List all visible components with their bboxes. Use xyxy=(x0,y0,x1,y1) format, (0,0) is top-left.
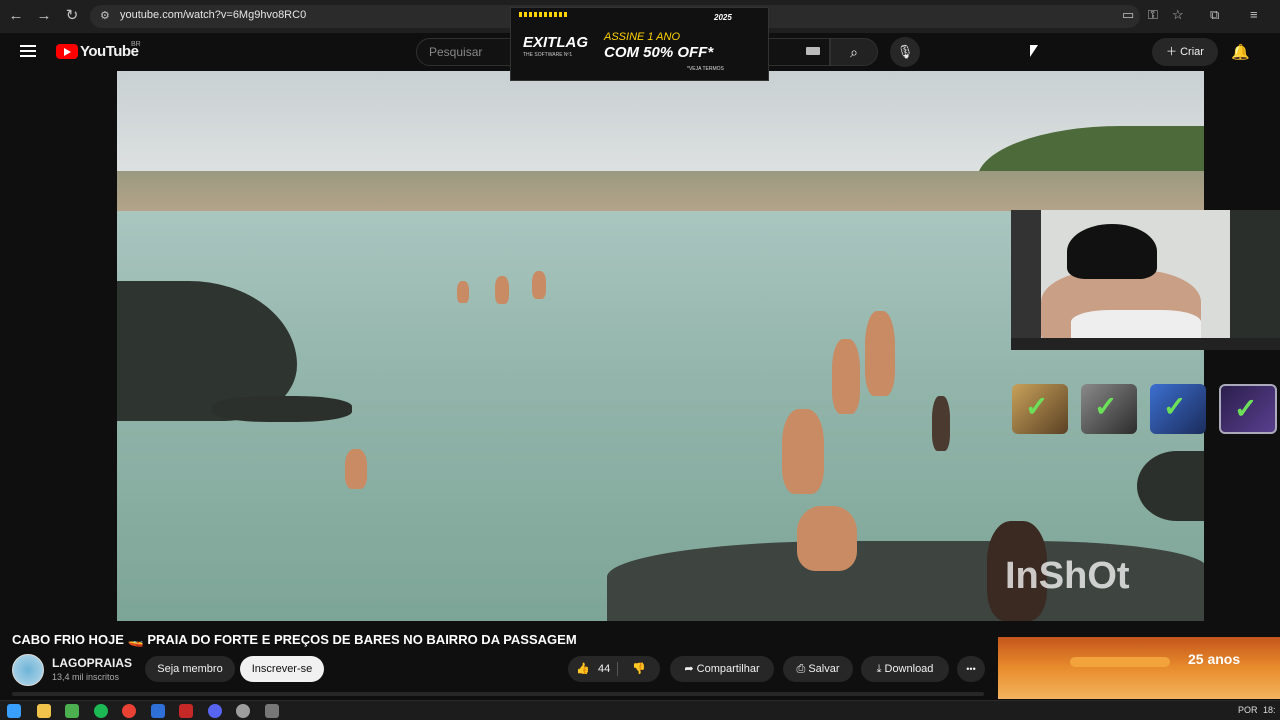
ad-brand-subtitle: THE SOFTWARE Nº1 xyxy=(523,52,573,58)
like-dislike-group: 👍 44 👎 xyxy=(568,656,660,682)
discord-icon[interactable] xyxy=(208,704,222,718)
search-placeholder: Pesquisar xyxy=(429,45,483,59)
ad-brand-logo: EXITLAG xyxy=(523,34,589,51)
webcam-plant xyxy=(1230,210,1280,350)
bookmark-star-icon[interactable]: ☆ xyxy=(1172,7,1184,23)
like-count[interactable]: 44 xyxy=(598,656,610,682)
menu-icon[interactable] xyxy=(20,45,36,57)
share-icon: ➦ xyxy=(684,663,697,675)
checkmark-icon: ✓ xyxy=(1094,391,1118,422)
ad-headline-2: COM 50% OFF* xyxy=(604,44,714,61)
ad-year-badge: 2025 xyxy=(714,13,732,22)
skin-card: ✓ xyxy=(1012,384,1068,434)
beachgoer xyxy=(457,281,469,303)
browser-menu-icon[interactable]: ≡ xyxy=(1250,7,1258,22)
app-icon[interactable] xyxy=(151,704,165,718)
create-button[interactable]: ＋ Criar xyxy=(1152,38,1218,66)
streamer-cap xyxy=(1067,224,1157,279)
beachgoer xyxy=(495,276,509,304)
checkmark-icon: ✓ xyxy=(1234,393,1258,424)
save-button[interactable]: ⎙ Salvar xyxy=(783,656,853,682)
voice-search-button[interactable]: 🎙 xyxy=(890,37,920,67)
password-key-icon[interactable]: ⚿ xyxy=(1148,7,1158,23)
webcam-background xyxy=(1011,210,1041,350)
channel-name[interactable]: LAGOPRAIAS xyxy=(52,656,132,670)
beachgoer xyxy=(932,396,950,451)
ad-stripe-decoration xyxy=(519,12,569,17)
mouse-cursor-icon xyxy=(1030,45,1038,57)
chrome-icon[interactable] xyxy=(122,704,136,718)
save-label: Salvar xyxy=(808,663,840,675)
share-label: Compartilhar xyxy=(696,663,760,675)
webcam-overlay xyxy=(1011,210,1280,350)
bookmark-icon: ⎙ xyxy=(796,663,809,675)
keyboard-language[interactable]: POR xyxy=(1238,705,1258,715)
mic-icon: 🎙 xyxy=(896,44,914,59)
like-divider xyxy=(617,662,618,676)
subscriber-count: 13,4 mil inscritos xyxy=(52,672,120,682)
skin-card: ✓ xyxy=(1219,384,1277,434)
video-title: CABO FRIO HOJE 🚤 PRAIA DO FORTE E PREÇOS… xyxy=(12,632,577,647)
system-tray[interactable] xyxy=(1015,704,1235,718)
share-button[interactable]: ➦ Compartilhar xyxy=(670,656,774,682)
channel-avatar[interactable] xyxy=(12,654,44,686)
beachgoer xyxy=(797,506,857,571)
obs-icon[interactable] xyxy=(236,704,250,718)
youtube-logo-text[interactable]: YouTube xyxy=(80,43,139,60)
checkmark-icon: ✓ xyxy=(1025,391,1049,422)
description-bar xyxy=(12,692,984,696)
download-icon: ⤓ xyxy=(876,663,885,675)
webcam-desk xyxy=(1011,338,1280,350)
forward-icon[interactable]: → xyxy=(34,6,54,26)
file-explorer-icon[interactable] xyxy=(37,704,51,718)
search-button[interactable]: ⌕ xyxy=(830,38,878,66)
inshot-watermark: InShOt xyxy=(1005,555,1130,597)
keyboard-icon[interactable] xyxy=(806,47,820,55)
anniversary-badge: 25 anos xyxy=(1188,651,1241,667)
beachgoer xyxy=(865,311,895,396)
more-actions-button[interactable]: ••• xyxy=(957,656,985,682)
dislike-icon[interactable]: 👎 xyxy=(632,656,646,682)
airplane-graphic xyxy=(1070,657,1170,667)
checkmark-icon: ✓ xyxy=(1163,391,1187,422)
create-label: Criar xyxy=(1180,46,1204,58)
subscribe-button[interactable]: Inscrever-se xyxy=(240,656,324,682)
skin-card: ✓ xyxy=(1150,384,1206,434)
url-text[interactable]: youtube.com/watch?v=6Mg9hvo8RC0 xyxy=(120,9,306,21)
beachgoer xyxy=(832,339,860,414)
ad-headline-1: ASSINE 1 ANO xyxy=(604,31,681,43)
extensions-icon[interactable]: ⧉ xyxy=(1210,7,1219,23)
side-ad-thumbnail[interactable]: 25 anos xyxy=(998,637,1280,699)
join-button[interactable]: Seja membro xyxy=(145,656,235,682)
system-clock[interactable]: 18: xyxy=(1263,705,1276,715)
plus-icon: ＋ xyxy=(1166,46,1181,58)
ad-terms-note: *VEJA TERMOS xyxy=(687,66,724,72)
notifications-bell-icon[interactable]: 🔔 xyxy=(1231,43,1250,61)
video-rocks-middle xyxy=(212,396,352,422)
windows-start-icon[interactable] xyxy=(7,704,21,718)
cast-icon[interactable]: ▭ xyxy=(1122,7,1134,23)
settings-gear-icon[interactable] xyxy=(265,704,279,718)
beachgoer xyxy=(782,409,824,494)
beachgoer xyxy=(532,271,546,299)
exitlag-ad-banner[interactable]: 2025 EXITLAG THE SOFTWARE Nº1 ASSINE 1 A… xyxy=(510,7,769,81)
skin-card: ✓ xyxy=(1081,384,1137,434)
country-code: BR xyxy=(131,41,141,48)
download-button[interactable]: ⤓ Download xyxy=(861,656,949,682)
windows-taskbar: POR 18: xyxy=(0,700,1280,720)
app-icon[interactable] xyxy=(179,704,193,718)
site-settings-icon[interactable]: ⚙ xyxy=(100,9,110,22)
app-icon[interactable] xyxy=(65,704,79,718)
download-label: Download xyxy=(884,663,934,675)
like-icon[interactable]: 👍 xyxy=(576,656,590,682)
reload-icon[interactable]: ↻ xyxy=(62,6,82,26)
swimmer xyxy=(345,449,367,489)
spotify-icon[interactable] xyxy=(94,704,108,718)
back-icon[interactable]: ← xyxy=(6,6,26,26)
search-icon: ⌕ xyxy=(850,44,858,60)
youtube-logo-icon[interactable] xyxy=(56,44,78,59)
